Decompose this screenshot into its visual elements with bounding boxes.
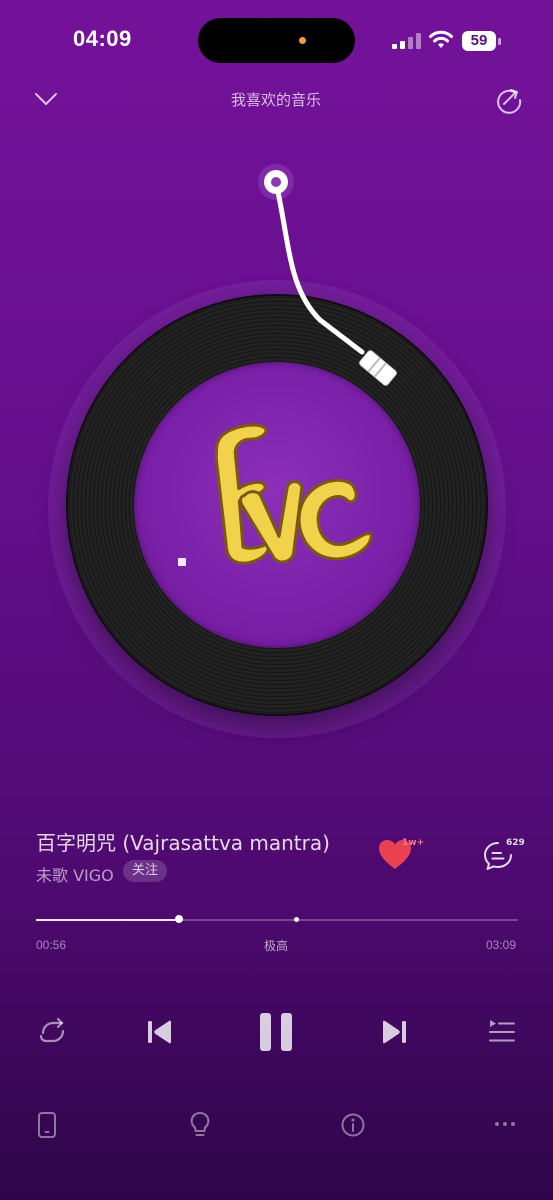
battery-icon: 59 xyxy=(462,31,502,51)
total-duration: 03:09 xyxy=(486,938,517,952)
song-title: 百字明咒 (Vajrasattva mantra) xyxy=(36,831,330,855)
dynamic-island xyxy=(198,18,355,63)
previous-icon[interactable] xyxy=(144,1016,176,1048)
repeat-icon[interactable] xyxy=(34,1014,70,1050)
like-count: 1w+ xyxy=(402,838,425,848)
follow-button[interactable]: 关注 xyxy=(123,860,168,882)
chevron-down-icon[interactable] xyxy=(30,86,62,112)
artist-name[interactable]: 未歌 VIGO xyxy=(36,862,114,886)
share-icon[interactable] xyxy=(494,85,524,115)
battery-tip xyxy=(498,38,501,45)
info-icon[interactable] xyxy=(340,1112,366,1138)
elapsed-time: 00:56 xyxy=(36,938,67,952)
album-cover-art xyxy=(178,423,373,566)
privacy-indicator-dot xyxy=(299,37,306,44)
lightbulb-icon[interactable] xyxy=(187,1110,213,1140)
comment-count: 629 xyxy=(506,838,525,848)
next-icon[interactable] xyxy=(378,1016,410,1048)
device-icon[interactable] xyxy=(35,1110,59,1140)
more-icon[interactable] xyxy=(492,1114,518,1134)
audio-quality-label[interactable]: 极高 xyxy=(226,937,326,954)
cellular-signal-icon xyxy=(392,33,421,49)
playlist-title: 我喜欢的音乐 xyxy=(230,91,321,109)
pause-icon[interactable] xyxy=(254,1010,298,1054)
wifi-icon xyxy=(429,30,453,48)
status-time: 04:09 xyxy=(73,26,132,51)
progress-fill xyxy=(36,919,179,921)
battery-level: 59 xyxy=(462,31,496,51)
progress-thumb[interactable] xyxy=(174,915,183,923)
playlist-icon[interactable] xyxy=(486,1015,518,1047)
album-dot xyxy=(178,558,186,566)
tonearm xyxy=(258,164,397,386)
progress-marker xyxy=(294,917,300,922)
